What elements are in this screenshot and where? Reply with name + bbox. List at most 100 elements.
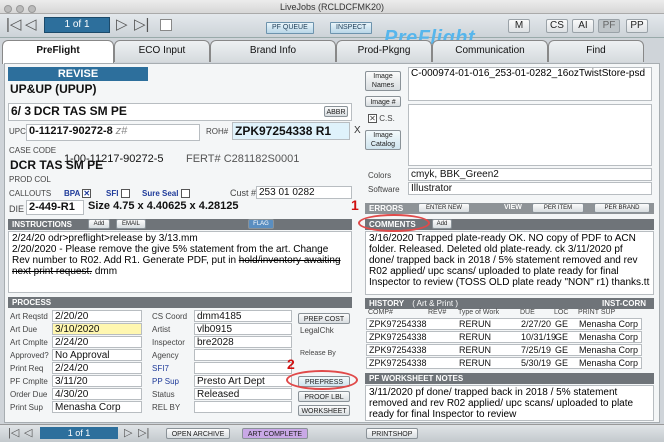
upc-field[interactable]: 0-11217-90272-8 z# bbox=[26, 124, 200, 141]
upc-suffix: z# bbox=[115, 125, 128, 137]
process-value[interactable]: Menasha Corp bbox=[52, 401, 142, 413]
bpa-checkbox[interactable]: ✕ bbox=[82, 189, 92, 199]
die-field[interactable]: 2-449-R1 bbox=[26, 200, 84, 215]
process-value[interactable]: 3/10/2020 bbox=[52, 323, 142, 335]
record-slider[interactable] bbox=[160, 19, 172, 31]
process-value[interactable]: 2/20/20 bbox=[52, 310, 142, 322]
process-value[interactable]: 4/30/20 bbox=[52, 388, 142, 400]
process-right-value[interactable]: vlb0915 bbox=[194, 323, 292, 335]
table-row[interactable]: ZPK97254338 RERUN 10/31/19 GE Menasha Corp bbox=[366, 331, 642, 343]
image-catalog-button[interactable]: Image Catalog bbox=[365, 130, 401, 150]
open-archive-button[interactable]: OPEN ARCHIVE bbox=[166, 428, 230, 439]
cs-checkbox-row: ✕ C.S. bbox=[368, 114, 395, 124]
email-button[interactable]: EMAIL bbox=[116, 219, 146, 229]
table-row[interactable]: ZPK97254338 RERUN 5/30/19 GE Menasha Corp bbox=[366, 357, 642, 369]
prev-record-icon[interactable]: ◁ bbox=[25, 17, 37, 33]
sure-seal-label: Sure Seal bbox=[142, 189, 190, 199]
table-row[interactable]: ZPK97254338 RERUN 2/27/20 GE Menasha Corp bbox=[366, 318, 642, 330]
cs-checkbox[interactable]: ✕ bbox=[368, 114, 377, 124]
desc-field[interactable]: DCR TAS SM PE bbox=[8, 158, 178, 176]
sfi-checkbox[interactable] bbox=[120, 189, 130, 199]
table-cell: Menasha Corp bbox=[579, 358, 639, 368]
sfi-label: SFI bbox=[106, 189, 130, 199]
first-record-icon[interactable]: |◁ bbox=[6, 17, 21, 33]
pp-button[interactable]: PP bbox=[626, 19, 648, 33]
table-cell: GE bbox=[555, 319, 569, 329]
pf-button[interactable]: PF bbox=[598, 19, 620, 33]
x-marker: X bbox=[354, 125, 361, 136]
flag-button[interactable]: FLAG bbox=[248, 219, 274, 229]
history-column-header: COMP# bbox=[368, 309, 393, 316]
callouts-label: CALLOUTS bbox=[9, 189, 52, 198]
cs-button[interactable]: CS bbox=[546, 19, 568, 33]
bottom-first-icon[interactable]: |◁ bbox=[8, 425, 19, 441]
instructions-add-button[interactable]: Add bbox=[88, 219, 110, 229]
bottom-record-counter: 1 of 1 bbox=[40, 427, 118, 439]
process-right-label: Status bbox=[152, 390, 175, 399]
colors-field[interactable]: cmyk, BBK_Green2 bbox=[408, 168, 652, 181]
last-record-icon[interactable]: ▷| bbox=[134, 17, 149, 33]
process-value[interactable]: No Approval bbox=[52, 349, 142, 361]
m-button[interactable]: M bbox=[508, 19, 530, 33]
process-value[interactable]: 3/11/20 bbox=[52, 375, 142, 387]
release-by-label: Release By bbox=[300, 350, 336, 357]
next-record-icon[interactable]: ▷ bbox=[116, 17, 128, 33]
software-field[interactable]: Illustrator bbox=[408, 182, 652, 195]
per-brand-button[interactable]: PER BRAND bbox=[594, 203, 650, 213]
table-row[interactable]: ZPK97254338 RERUN 7/25/19 GE Menasha Corp bbox=[366, 344, 642, 356]
instructions-text[interactable]: 2/24/20 odr>preflight>release by 3/13.mm… bbox=[8, 231, 352, 293]
per-item-button[interactable]: PER ITEM bbox=[532, 203, 584, 213]
image-names-button[interactable]: Image Names bbox=[365, 71, 401, 91]
tab-prod-pkgng[interactable]: Prod-Pkgng bbox=[336, 40, 432, 62]
legal-chk-label: LegalChk bbox=[300, 326, 334, 335]
process-right-value[interactable]: Presto Art Dept bbox=[194, 375, 292, 387]
item-num: 6/ 3 bbox=[11, 104, 32, 118]
tab-preflight[interactable]: PreFlight bbox=[2, 40, 114, 64]
process-right-value[interactable] bbox=[194, 349, 292, 361]
bottom-bar: |◁ ◁ 1 of 1 ▷ ▷| OPEN ARCHIVE ART COMPLE… bbox=[0, 424, 664, 442]
table-cell: GE bbox=[555, 358, 569, 368]
item-field[interactable]: 6/ 3 DCR TAS SM PE bbox=[8, 103, 352, 121]
process-right-label: REL BY bbox=[152, 403, 181, 412]
printshop-button[interactable]: PRINTSHOP bbox=[366, 428, 418, 439]
process-right-value[interactable] bbox=[194, 362, 292, 374]
process-right-value[interactable]: Released bbox=[194, 388, 292, 400]
ai-button[interactable]: AI bbox=[572, 19, 594, 33]
tab-eco-input[interactable]: ECO Input bbox=[114, 40, 210, 62]
comments-add-button[interactable]: Add bbox=[432, 219, 452, 229]
pf-notes-text[interactable]: 3/11/2020 pf done/ trapped back in 2018 … bbox=[365, 385, 654, 421]
process-value[interactable]: 2/24/20 bbox=[52, 362, 142, 374]
process-right-value[interactable]: dmm4185 bbox=[194, 310, 292, 322]
image-names-field[interactable]: C-000974-01-016_253-01-0282_16ozTwistSto… bbox=[408, 67, 652, 101]
prep-cost-button[interactable]: PREP COST bbox=[298, 313, 350, 324]
tab-communication[interactable]: Communication bbox=[432, 40, 548, 62]
tab-brand-info[interactable]: Brand Info bbox=[210, 40, 336, 62]
proof-lbl-button[interactable]: PROOF LBL bbox=[298, 391, 350, 402]
instructions-line2-end: dmm bbox=[92, 266, 118, 277]
process-value[interactable]: 2/24/20 bbox=[52, 336, 142, 348]
comments-text[interactable]: 3/16/2020 Trapped plate-ready OK. NO cop… bbox=[365, 231, 654, 295]
table-cell: 5/30/19 bbox=[521, 358, 552, 368]
sure-seal-checkbox[interactable] bbox=[180, 189, 190, 199]
prepress-highlight-oval bbox=[286, 370, 358, 390]
process-right-value[interactable] bbox=[194, 401, 292, 413]
cust-field[interactable]: 253 01 0282 bbox=[256, 186, 352, 199]
upc-label: UPC bbox=[9, 127, 26, 136]
process-right-value[interactable]: bre2028 bbox=[194, 336, 292, 348]
enter-new-button[interactable]: ENTER NEW bbox=[418, 203, 470, 213]
process-label: Print Sup bbox=[10, 403, 43, 412]
abbr-button[interactable]: ABBR bbox=[324, 106, 348, 117]
worksheet-button[interactable]: WORKSHEET bbox=[298, 405, 350, 416]
bottom-prev-icon[interactable]: ◁ bbox=[24, 425, 32, 441]
pf-queue-button[interactable]: PF QUEUE bbox=[266, 22, 314, 34]
bottom-next-icon[interactable]: ▷ bbox=[124, 425, 132, 441]
bottom-last-icon[interactable]: ▷| bbox=[138, 425, 149, 441]
inspect-button[interactable]: INSPECT bbox=[330, 22, 373, 34]
image-num-button[interactable]: Image # bbox=[365, 96, 401, 107]
art-complete-button[interactable]: ART COMPLETE bbox=[242, 428, 308, 439]
tab-find[interactable]: Find bbox=[548, 40, 644, 62]
history-title: HISTORY bbox=[369, 299, 404, 308]
revise-banner: REVISE bbox=[8, 67, 148, 81]
prod-col-label: PROD COL bbox=[9, 175, 51, 184]
roh-field[interactable]: ZPK97254338 R1 bbox=[232, 122, 350, 140]
